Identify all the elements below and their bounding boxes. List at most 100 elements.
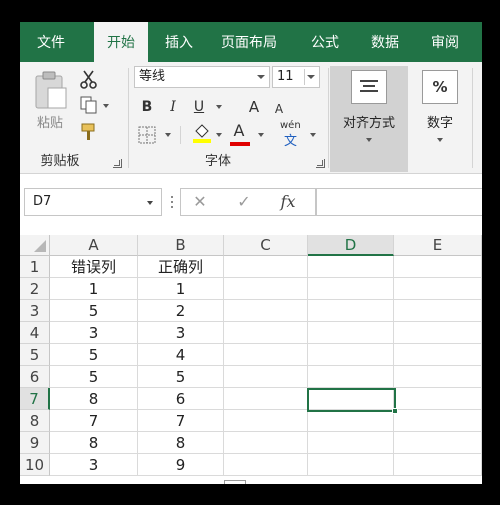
- cell-c8[interactable]: [224, 410, 308, 432]
- cell-c3[interactable]: [224, 300, 308, 322]
- cell-e6[interactable]: [394, 366, 482, 388]
- chevron-down-icon[interactable]: [165, 133, 171, 137]
- cell-d4[interactable]: [308, 322, 394, 344]
- cell-c6[interactable]: [224, 366, 308, 388]
- chevron-down-icon[interactable]: [216, 105, 222, 109]
- cell-b5[interactable]: 4: [138, 344, 224, 366]
- cell-a9[interactable]: 8: [50, 432, 138, 454]
- column-header-e[interactable]: E: [394, 235, 482, 256]
- cell-c4[interactable]: [224, 322, 308, 344]
- formula-input[interactable]: [316, 188, 482, 216]
- tab-home[interactable]: 开始: [94, 22, 148, 62]
- cell-a2[interactable]: 1: [50, 278, 138, 300]
- row-header-4[interactable]: 4: [20, 322, 50, 344]
- cell-e7[interactable]: [394, 388, 482, 410]
- borders-icon[interactable]: [138, 126, 156, 144]
- cell-d10[interactable]: [308, 454, 394, 476]
- row-header-2[interactable]: 2: [20, 278, 50, 300]
- enter-button[interactable]: ✓: [234, 192, 254, 212]
- cell-d9[interactable]: [308, 432, 394, 454]
- row-header-8[interactable]: 8: [20, 410, 50, 432]
- font-name-select[interactable]: 等线: [134, 66, 270, 88]
- cell-c5[interactable]: [224, 344, 308, 366]
- cell-d1[interactable]: [308, 256, 394, 278]
- cell-e5[interactable]: [394, 344, 482, 366]
- phonetic-button[interactable]: wén 文: [278, 120, 310, 149]
- cell-c1[interactable]: [224, 256, 308, 278]
- cell-e1[interactable]: [394, 256, 482, 278]
- cell-a5[interactable]: 5: [50, 344, 138, 366]
- cell-b2[interactable]: 1: [138, 278, 224, 300]
- tab-data[interactable]: 数据: [360, 22, 410, 62]
- tab-formulas[interactable]: 公式: [300, 22, 350, 62]
- cell-c2[interactable]: [224, 278, 308, 300]
- cell-e3[interactable]: [394, 300, 482, 322]
- cell-d8[interactable]: [308, 410, 394, 432]
- tab-insert[interactable]: 插入: [152, 22, 206, 62]
- select-all-button[interactable]: [20, 235, 50, 256]
- italic-button[interactable]: I: [164, 96, 182, 118]
- cell-b3[interactable]: 2: [138, 300, 224, 322]
- column-header-c[interactable]: C: [224, 235, 308, 256]
- cell-b8[interactable]: 7: [138, 410, 224, 432]
- tab-file[interactable]: 文件: [24, 22, 78, 62]
- cell-c10[interactable]: [224, 454, 308, 476]
- column-header-b[interactable]: B: [138, 235, 224, 256]
- formula-bar-grip[interactable]: [170, 194, 174, 210]
- chevron-down-icon[interactable]: [258, 133, 264, 137]
- row-header-3[interactable]: 3: [20, 300, 50, 322]
- cell-b1[interactable]: 正确列: [138, 256, 224, 278]
- alignment-button[interactable]: 对齐方式: [330, 66, 408, 172]
- cell-e9[interactable]: [394, 432, 482, 454]
- chevron-down-icon[interactable]: [216, 133, 222, 137]
- cell-d2[interactable]: [308, 278, 394, 300]
- row-header-1[interactable]: 1: [20, 256, 50, 278]
- cancel-button[interactable]: ✕: [190, 192, 210, 212]
- cell-a1[interactable]: 错误列: [50, 256, 138, 278]
- tab-review[interactable]: 审阅: [420, 22, 470, 62]
- cell-e10[interactable]: [394, 454, 482, 476]
- cell-d5[interactable]: [308, 344, 394, 366]
- fill-color-icon[interactable]: [192, 122, 212, 144]
- tab-page-layout[interactable]: 页面布局: [212, 22, 286, 62]
- cell-a3[interactable]: 5: [50, 300, 138, 322]
- cell-d3[interactable]: [308, 300, 394, 322]
- copy-button[interactable]: [78, 96, 110, 116]
- cell-b10[interactable]: 9: [138, 454, 224, 476]
- font-launcher[interactable]: [316, 159, 325, 168]
- font-color-button[interactable]: A: [230, 120, 248, 142]
- fill-handle[interactable]: [392, 408, 398, 414]
- cell-c7[interactable]: [224, 388, 308, 410]
- cell-b9[interactable]: 8: [138, 432, 224, 454]
- paste-button[interactable]: 粘贴: [28, 70, 72, 131]
- row-header-7[interactable]: 7: [20, 388, 50, 410]
- cell-b6[interactable]: 5: [138, 366, 224, 388]
- cell-b7[interactable]: 6: [138, 388, 224, 410]
- row-header-9[interactable]: 9: [20, 432, 50, 454]
- cell-e4[interactable]: [394, 322, 482, 344]
- font-size-select[interactable]: 11: [272, 66, 320, 88]
- column-header-d[interactable]: D: [308, 235, 394, 256]
- chevron-down-icon[interactable]: [310, 133, 316, 137]
- clipboard-launcher[interactable]: [113, 159, 122, 168]
- cell-e2[interactable]: [394, 278, 482, 300]
- cell-a10[interactable]: 3: [50, 454, 138, 476]
- insert-function-button[interactable]: fx: [276, 192, 300, 212]
- bold-button[interactable]: B: [138, 96, 156, 118]
- underline-button[interactable]: U: [190, 96, 208, 118]
- chevron-down-icon[interactable]: [147, 201, 153, 205]
- format-painter-icon[interactable]: [80, 122, 100, 142]
- cell-b4[interactable]: 3: [138, 322, 224, 344]
- row-header-10[interactable]: 10: [20, 454, 50, 476]
- cell-a7[interactable]: 8: [50, 388, 138, 410]
- cut-icon[interactable]: [80, 70, 98, 90]
- cell-d6[interactable]: [308, 366, 394, 388]
- grow-font-button[interactable]: A: [246, 96, 262, 118]
- name-box[interactable]: D7: [24, 188, 162, 216]
- shrink-font-button[interactable]: A: [272, 98, 286, 120]
- cell-a6[interactable]: 5: [50, 366, 138, 388]
- row-header-5[interactable]: 5: [20, 344, 50, 366]
- cell-a8[interactable]: 7: [50, 410, 138, 432]
- paste-options-icon[interactable]: [224, 480, 246, 484]
- cell-c9[interactable]: [224, 432, 308, 454]
